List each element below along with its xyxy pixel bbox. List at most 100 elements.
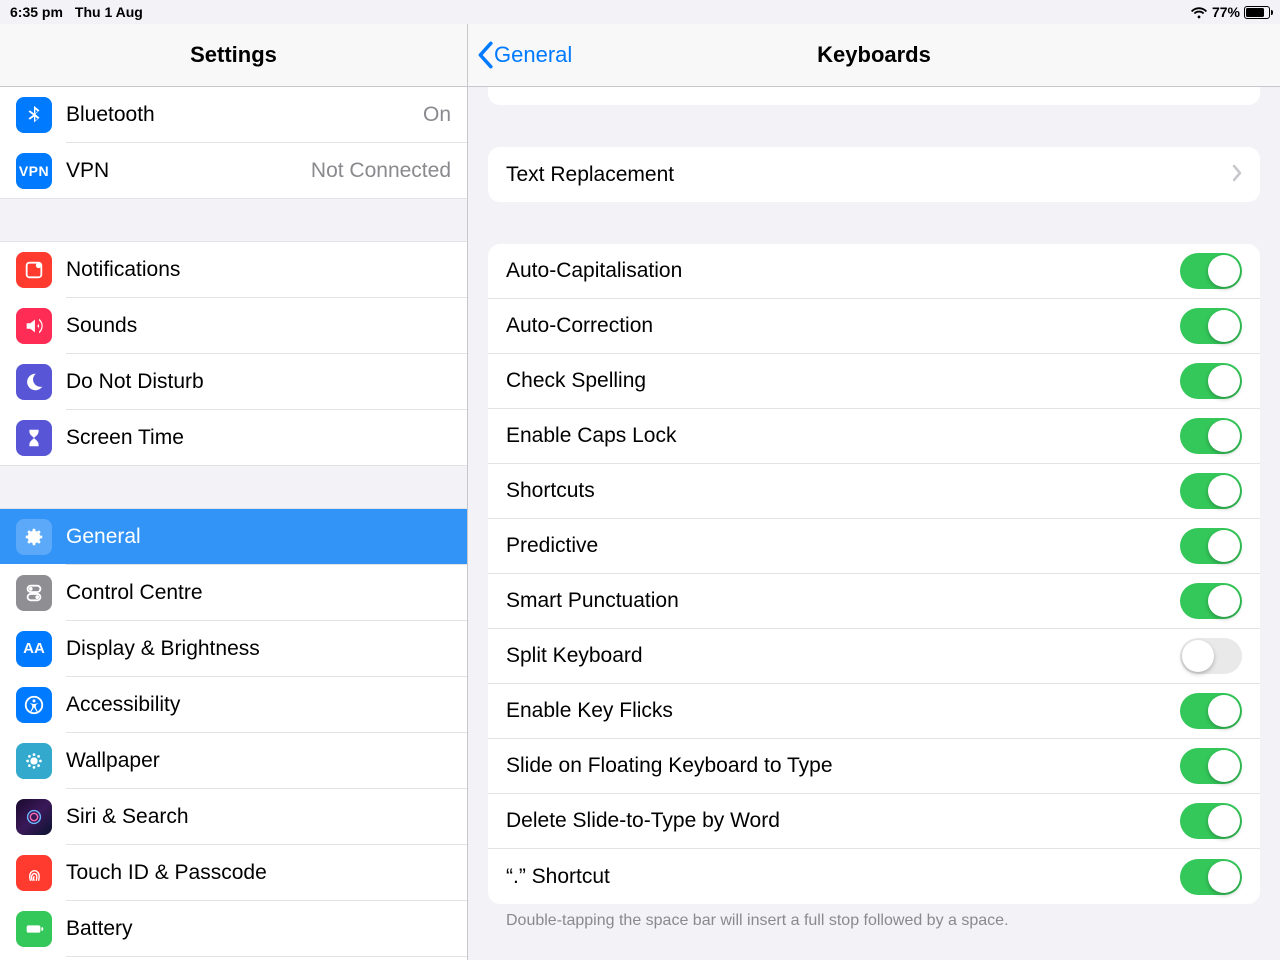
toggle-label: Enable Key Flicks xyxy=(506,699,1180,723)
toggle-row: Slide on Floating Keyboard to Type xyxy=(488,739,1260,794)
toggle-switch[interactable] xyxy=(1180,803,1242,839)
sidebar-item-value: Not Connected xyxy=(311,159,451,183)
battery-icon xyxy=(1244,6,1270,19)
toggle-row: Enable Key Flicks xyxy=(488,684,1260,739)
sidebar-item-label: Screen Time xyxy=(66,426,451,450)
sidebar-item-label: Battery xyxy=(66,917,451,941)
toggle-label: Split Keyboard xyxy=(506,644,1180,668)
toggle-row: Check Spelling xyxy=(488,354,1260,409)
sidebar-item-bluetooth[interactable]: Bluetooth On xyxy=(0,87,467,142)
footer-note: Double-tapping the space bar will insert… xyxy=(488,904,1260,930)
fingerprint-icon xyxy=(16,855,52,891)
toggle-label: Shortcuts xyxy=(506,479,1180,503)
sidebar-item-accessibility[interactable]: Accessibility xyxy=(0,677,467,732)
sidebar-item-label: Accessibility xyxy=(66,693,451,717)
sidebar-item-touchid[interactable]: Touch ID & Passcode xyxy=(0,845,467,900)
sidebar-item-label: Bluetooth xyxy=(66,103,423,127)
sidebar-item-wallpaper[interactable]: Wallpaper xyxy=(0,733,467,788)
card-partial-top xyxy=(488,87,1260,105)
chevron-left-icon xyxy=(476,41,494,69)
sidebar-item-label: Siri & Search xyxy=(66,805,451,829)
toggle-switch[interactable] xyxy=(1180,748,1242,784)
sidebar-item-label: Control Centre xyxy=(66,581,451,605)
sidebar-item-battery[interactable]: Battery xyxy=(0,901,467,956)
toggle-label: Slide on Floating Keyboard to Type xyxy=(506,754,1180,778)
toggle-label: Auto-Capitalisation xyxy=(506,259,1180,283)
sidebar-item-label: Touch ID & Passcode xyxy=(66,861,451,885)
toggle-row: Predictive xyxy=(488,519,1260,574)
sidebar-item-dnd[interactable]: Do Not Disturb xyxy=(0,354,467,409)
toggle-switch[interactable] xyxy=(1180,253,1242,289)
toggle-row: Shortcuts xyxy=(488,464,1260,519)
sidebar-item-label: Do Not Disturb xyxy=(66,370,451,394)
moon-icon xyxy=(16,364,52,400)
battery-percent: 77% xyxy=(1212,4,1240,20)
chevron-right-icon xyxy=(1232,162,1242,188)
sidebar-item-value: On xyxy=(423,103,451,127)
settings-sidebar: Settings Bluetooth On VPN VPN Not Connec… xyxy=(0,24,468,960)
detail-title: Keyboards xyxy=(468,42,1280,68)
toggle-label: “.” Shortcut xyxy=(506,865,1180,889)
sidebar-item-label: Display & Brightness xyxy=(66,637,451,661)
toggle-row: Split Keyboard xyxy=(488,629,1260,684)
toggle-switch[interactable] xyxy=(1180,638,1242,674)
back-label: General xyxy=(494,42,572,68)
sidebar-item-label: VPN xyxy=(66,159,311,183)
toggle-label: Smart Punctuation xyxy=(506,589,1180,613)
toggle-row: Auto-Correction xyxy=(488,299,1260,354)
toggle-row: Enable Caps Lock xyxy=(488,409,1260,464)
sidebar-group-connectivity: Bluetooth On VPN VPN Not Connected xyxy=(0,87,467,199)
hourglass-icon xyxy=(16,420,52,456)
toggle-switch[interactable] xyxy=(1180,693,1242,729)
sidebar-item-sounds[interactable]: Sounds xyxy=(0,298,467,353)
toggle-switch[interactable] xyxy=(1180,363,1242,399)
sidebar-title: Settings xyxy=(0,24,467,87)
status-date: Thu 1 Aug xyxy=(75,4,143,20)
toggle-row: Delete Slide-to-Type by Word xyxy=(488,794,1260,849)
back-button[interactable]: General xyxy=(468,41,572,69)
sidebar-item-control-centre[interactable]: Control Centre xyxy=(0,565,467,620)
status-bar: 6:35 pm Thu 1 Aug 77% xyxy=(0,0,1280,24)
toggle-label: Delete Slide-to-Type by Word xyxy=(506,809,1180,833)
sidebar-group-system: General Control Centre AA Display & Brig… xyxy=(0,508,467,960)
notifications-icon xyxy=(16,252,52,288)
row-label: Text Replacement xyxy=(506,163,1232,187)
toggle-label: Predictive xyxy=(506,534,1180,558)
control-centre-icon xyxy=(16,575,52,611)
display-icon: AA xyxy=(16,631,52,667)
siri-icon xyxy=(16,799,52,835)
toggle-switch[interactable] xyxy=(1180,473,1242,509)
vpn-icon: VPN xyxy=(16,153,52,189)
text-replacement-card: Text Replacement xyxy=(488,147,1260,202)
sidebar-item-label: General xyxy=(66,525,451,549)
toggle-switch[interactable] xyxy=(1180,859,1242,895)
sidebar-item-vpn[interactable]: VPN VPN Not Connected xyxy=(0,143,467,198)
toggle-switch[interactable] xyxy=(1180,418,1242,454)
toggle-label: Enable Caps Lock xyxy=(506,424,1180,448)
toggle-switch[interactable] xyxy=(1180,528,1242,564)
toggle-switch[interactable] xyxy=(1180,583,1242,619)
keyboard-toggles-card: Auto-Capitalisation Auto-CorrectionCheck … xyxy=(488,244,1260,904)
detail-header: General Keyboards xyxy=(468,24,1280,87)
sidebar-item-general[interactable]: General xyxy=(0,509,467,564)
sidebar-item-notifications[interactable]: Notifications xyxy=(0,242,467,297)
detail-pane: General Keyboards Text Replacement Auto-… xyxy=(468,24,1280,960)
sidebar-item-label: Notifications xyxy=(66,258,451,282)
sidebar-item-siri[interactable]: Siri & Search xyxy=(0,789,467,844)
battery-icon xyxy=(16,911,52,947)
sounds-icon xyxy=(16,308,52,344)
sidebar-item-screentime[interactable]: Screen Time xyxy=(0,410,467,465)
sidebar-group-alerts: Notifications Sounds Do Not Disturb Scre… xyxy=(0,241,467,466)
sidebar-item-label: Wallpaper xyxy=(66,749,451,773)
status-time: 6:35 pm xyxy=(10,4,63,20)
toggle-row: Auto-Capitalisation xyxy=(488,244,1260,299)
toggle-row: “.” Shortcut xyxy=(488,849,1260,904)
gear-icon xyxy=(16,519,52,555)
bluetooth-icon xyxy=(16,97,52,133)
accessibility-icon xyxy=(16,687,52,723)
wallpaper-icon xyxy=(16,743,52,779)
sidebar-item-label: Sounds xyxy=(66,314,451,338)
text-replacement-row[interactable]: Text Replacement xyxy=(488,147,1260,202)
toggle-switch[interactable] xyxy=(1180,308,1242,344)
sidebar-item-display[interactable]: AA Display & Brightness xyxy=(0,621,467,676)
